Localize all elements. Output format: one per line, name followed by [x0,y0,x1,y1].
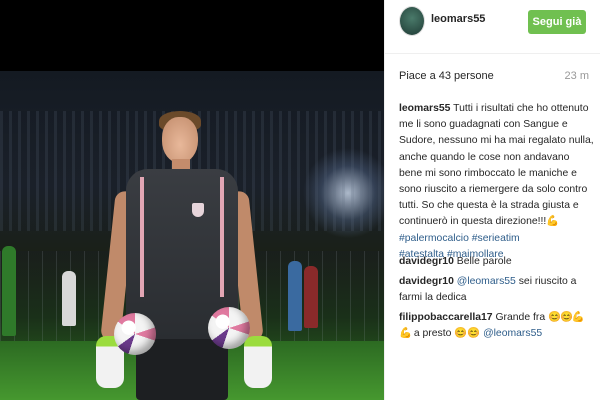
comment-text: a presto [413,328,452,340]
post-media [0,0,384,400]
mention-link[interactable]: @leomars55 [483,328,542,339]
right-glove [244,336,272,388]
flexed-biceps-icon: 💪 [546,216,559,228]
follow-button[interactable]: Segui già [528,10,586,34]
comment-text: Grande fra [495,312,546,323]
post-photo[interactable] [0,71,384,400]
comment: filippobaccarella17 Grande fra 😊😊💪💪 a pr… [399,310,595,342]
smile-icon: 😊😊 [454,328,481,340]
comment-username[interactable]: davidegr10 [399,276,454,287]
club-badge-icon [192,203,204,217]
mention-link[interactable]: @leomars55 [457,276,516,287]
ball-left [114,313,156,355]
background-player [304,266,318,328]
comment: davidegr10 Belle parole [399,254,595,270]
background-player [2,246,16,336]
likes-row: Piace a 43 persone 23 m [399,70,589,86]
post-side-panel: leomars55 Segui già Piace a 43 persone 2… [384,0,600,400]
comment-username[interactable]: davidegr10 [399,256,454,267]
comment: davidegr10 @leomars55 sei riuscito a far… [399,274,595,306]
caption-username[interactable]: leomars55 [399,103,450,114]
avatar[interactable] [399,6,425,36]
comment-text: Belle parole [456,256,512,267]
hashtag-link[interactable]: #serieatim [472,233,520,244]
background-player [62,271,76,326]
ball-right [208,307,250,349]
post-header: leomars55 Segui già [385,0,600,54]
background-player [288,261,302,331]
jersey-stripe [220,177,224,297]
post-caption: leomars55 Tutti i risultati che ho otten… [399,101,595,263]
comment-username[interactable]: filippobaccarella17 [399,312,493,323]
head [162,117,198,163]
author-username[interactable]: leomars55 [431,13,485,25]
jersey-stripe [140,177,144,297]
goalkeeper-figure [96,111,276,400]
post-time[interactable]: 23 m [565,70,589,82]
caption-text: Tutti i risultati che ho ottenuto me li … [399,103,594,228]
hashtag-link[interactable]: #palermocalcio [399,233,469,244]
likes-count[interactable]: Piace a 43 persone [399,70,494,82]
